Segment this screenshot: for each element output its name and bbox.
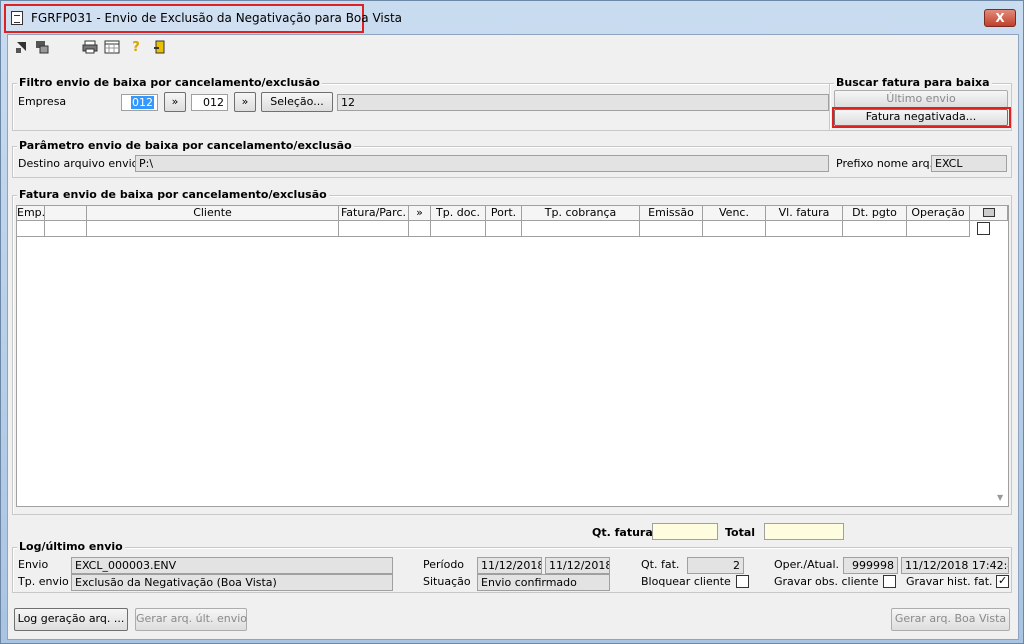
empresa-from-input[interactable]: 012 [121, 94, 158, 111]
parametro-group-label: Parâmetro envio de baixa por cancelament… [17, 139, 354, 152]
window-title: FGRFP031 - Envio de Exclusão da Negativa… [31, 11, 403, 25]
close-button[interactable]: X [984, 9, 1016, 27]
gravar-obs-label: Gravar obs. cliente [774, 575, 879, 588]
empresa-from-value: 012 [131, 96, 154, 109]
qt-fatura-field [652, 523, 718, 540]
row-checkbox[interactable] [977, 222, 990, 235]
fatura-group-label: Fatura envio de baixa por cancelamento/e… [17, 188, 329, 201]
select-all-icon [982, 208, 995, 217]
col-tp-cobranca[interactable]: Tp. cobrança [522, 206, 640, 221]
col-port[interactable]: Port. [486, 206, 522, 221]
tp-envio-field: Exclusão da Negativação (Boa Vista) [71, 574, 393, 591]
destino-field: P:\ [135, 155, 829, 172]
qt-fat-label: Qt. fat. [641, 558, 680, 571]
situacao-label: Situação [423, 575, 471, 588]
scroll-down-icon[interactable]: ▼ [997, 493, 1003, 502]
empresa-label: Empresa [18, 95, 67, 108]
destino-label: Destino arquivo envio [18, 157, 139, 170]
prefixo-label: Prefixo nome arq. [836, 157, 934, 170]
cell-tp-doc[interactable] [431, 221, 486, 237]
col-emissao[interactable]: Emissão [640, 206, 703, 221]
fatura-negativada-button[interactable]: Fatura negativada... [834, 109, 1008, 126]
arrow-icon[interactable] [14, 40, 30, 56]
col-tp-doc[interactable]: Tp. doc. [431, 206, 486, 221]
col-emp[interactable]: Emp. [17, 206, 45, 221]
export-icon[interactable] [34, 40, 50, 56]
gravar-obs-checkbox[interactable] [883, 575, 896, 588]
parametro-group: Parâmetro envio de baixa por cancelament… [12, 139, 1012, 178]
periodo-to-field: 11/12/2018 [545, 557, 610, 574]
calculator-icon[interactable] [104, 40, 120, 56]
atual-field: 11/12/2018 17:42:42 [901, 557, 1009, 574]
oper-label: Oper./Atual. [774, 558, 840, 571]
periodo-from-field: 11/12/2018 [477, 557, 542, 574]
document-icon [11, 11, 23, 25]
situacao-field: Envio confirmado [477, 574, 610, 591]
total-field [764, 523, 844, 540]
oper-field: 999998 [843, 557, 898, 574]
col-venc[interactable]: Venc. [703, 206, 766, 221]
buscar-group: Buscar fatura para baixa Último envio Fa… [829, 76, 1012, 131]
buscar-group-label: Buscar fatura para baixa [834, 76, 992, 89]
client-area: ? Filtro envio de baixa por cancelamento… [7, 34, 1019, 640]
gravar-hist-label: Gravar hist. fat. [906, 575, 993, 588]
cell-expand[interactable] [409, 221, 431, 237]
envio-label: Envio [18, 558, 49, 571]
print-icon[interactable] [82, 40, 98, 56]
filtro-group-label: Filtro envio de baixa por cancelamento/e… [17, 76, 322, 89]
app-window: FGRFP031 - Envio de Exclusão da Negativa… [0, 0, 1024, 644]
col-select-all[interactable] [970, 206, 1008, 221]
fatura-grid[interactable]: Emp. Cliente Fatura/Parc. » Tp. doc. Por… [16, 205, 1009, 507]
col-fatura-parc[interactable]: Fatura/Parc. [339, 206, 409, 221]
cell-vl-fatura[interactable] [766, 221, 843, 237]
col-emp-2 [45, 206, 87, 221]
col-expand[interactable]: » [409, 206, 431, 221]
empresa-from-arrow-button[interactable]: » [164, 92, 186, 112]
gerar-boa-vista-button[interactable]: Gerar arq. Boa Vista [891, 608, 1010, 631]
col-vl-fatura[interactable]: Vl. fatura [766, 206, 843, 221]
envio-field: EXCL_000003.ENV [71, 557, 393, 574]
cell-port[interactable] [486, 221, 522, 237]
toolbar: ? [8, 35, 1018, 61]
qt-fat-field: 2 [687, 557, 744, 574]
col-dt-pgto[interactable]: Dt. pgto [843, 206, 907, 221]
cell-dt-pgto[interactable] [843, 221, 907, 237]
log-group: Log/último envio Envio EXCL_000003.ENV T… [12, 540, 1012, 593]
destino-value: P:\ [139, 157, 154, 170]
cell-fatura-parc[interactable] [339, 221, 409, 237]
bloquear-checkbox[interactable] [736, 575, 749, 588]
filtro-group: Filtro envio de baixa por cancelamento/e… [12, 76, 830, 131]
gravar-hist-checkbox[interactable] [996, 574, 1009, 588]
help-icon[interactable]: ? [128, 40, 144, 56]
empresa-to-input[interactable]: 012 [191, 94, 228, 111]
cell-emp[interactable] [17, 221, 45, 237]
total-label: Total [725, 526, 756, 539]
tp-envio-label: Tp. envio [18, 575, 69, 588]
selecao-field: 12 [337, 94, 829, 111]
exit-icon[interactable] [152, 40, 168, 56]
title-bar: FGRFP031 - Envio de Exclusão da Negativa… [1, 1, 1023, 35]
cell-emp-2[interactable] [45, 221, 87, 237]
selecao-button[interactable]: Seleção... [261, 92, 333, 112]
ultimo-envio-button[interactable]: Último envio [834, 90, 1008, 108]
gerar-ult-envio-button[interactable]: Gerar arq. últ. envio [135, 608, 247, 631]
cell-cliente[interactable] [87, 221, 339, 237]
col-operacao[interactable]: Operação [907, 206, 970, 221]
col-cliente[interactable]: Cliente [87, 206, 339, 221]
cell-emissao[interactable] [640, 221, 703, 237]
qt-fatura-label: Qt. fatura [592, 526, 653, 539]
grid-header: Emp. Cliente Fatura/Parc. » Tp. doc. Por… [17, 206, 1008, 221]
cell-tp-cobranca[interactable] [522, 221, 640, 237]
prefixo-field: EXCL [931, 155, 1007, 172]
cell-venc[interactable] [703, 221, 766, 237]
periodo-label: Período [423, 558, 465, 571]
bloquear-label: Bloquear cliente [641, 575, 731, 588]
log-group-label: Log/último envio [17, 540, 125, 553]
cell-operacao[interactable] [907, 221, 970, 237]
empresa-to-arrow-button[interactable]: » [234, 92, 256, 112]
log-geracao-button[interactable]: Log geração arq. ... [14, 608, 128, 631]
